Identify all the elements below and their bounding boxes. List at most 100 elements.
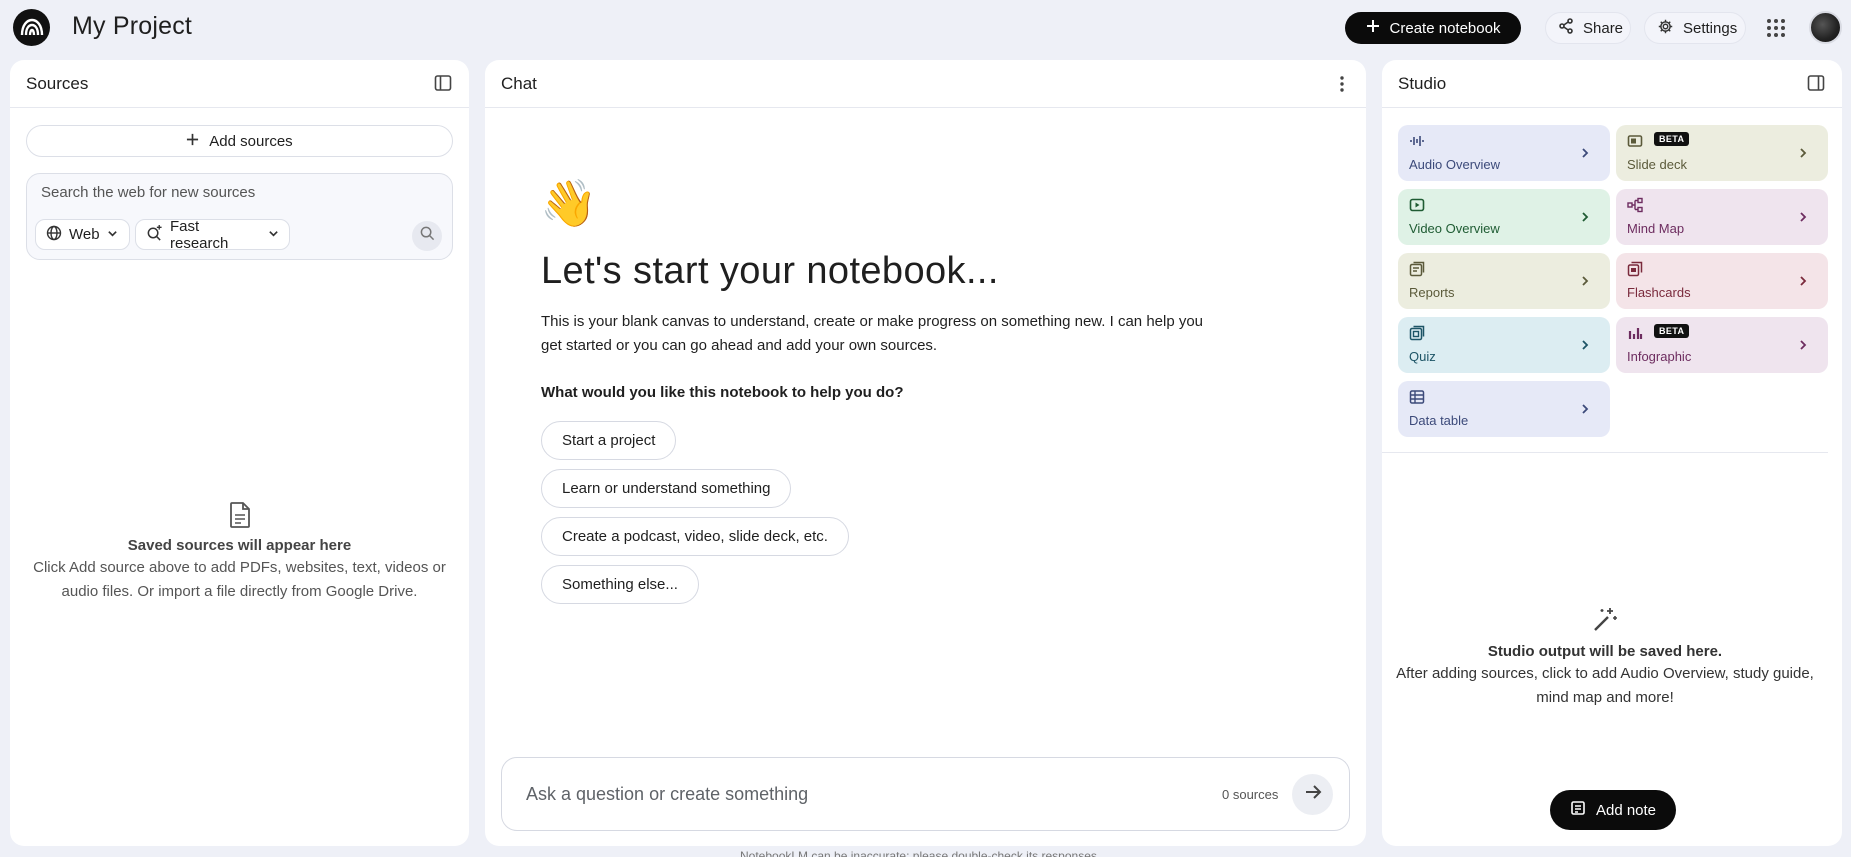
flashcards-icon [1627,261,1643,277]
chevron-down-icon [107,226,118,243]
sources-header: Sources [10,60,469,108]
add-sources-label: Add sources [209,132,293,150]
add-note-label: Add note [1595,801,1657,819]
tile-label: Slide deck [1627,157,1687,172]
web-chip-label: Web [69,226,100,243]
settings-label: Settings [1683,19,1738,37]
tile-label: Infographic [1627,349,1692,364]
add-note-button[interactable]: Add note [1550,790,1676,830]
plus-icon [1366,19,1380,37]
waving-hand-emoji: 👋 [540,177,598,229]
collapse-panel-icon[interactable] [434,74,454,94]
add-sources-button[interactable]: Add sources [26,125,453,157]
quiz-icon [1409,325,1425,341]
tile-label: Reports [1409,285,1455,300]
settings-button[interactable]: Settings [1644,12,1746,44]
beta-badge: BETA [1654,132,1690,146]
magic-wand-icon [1382,606,1828,639]
suggestion-learn[interactable]: Learn or understand something [541,469,792,508]
studio-empty-title: Studio output will be saved here. [1487,643,1723,660]
create-notebook-button[interactable]: Create notebook [1345,12,1521,44]
research-chip-label: Fast research [170,217,229,252]
studio-tile-mind-map[interactable]: Mind Map [1616,189,1828,245]
sources-title: Sources [26,73,89,93]
plus-icon [186,133,199,150]
suggestion-create-podcast[interactable]: Create a podcast, video, slide deck, etc… [541,517,849,556]
chat-input-box: 0 sources [501,757,1350,831]
chat-header: Chat [485,60,1366,108]
send-button[interactable] [1292,774,1333,815]
chevron-right-icon[interactable] [1572,204,1598,230]
data-table-icon [1409,389,1425,405]
search-submit-button[interactable] [412,221,442,251]
sources-panel: Sources Add sources Web [10,60,469,846]
tile-label: Quiz [1409,349,1436,364]
studio-tile-video-overview[interactable]: Video Overview [1398,189,1610,245]
share-button[interactable]: Share [1545,12,1631,44]
user-avatar[interactable] [1809,11,1842,44]
studio-panel: Studio Audio Overview BETA Slide deck Vi… [1382,60,1842,846]
studio-divider [1382,452,1828,453]
web-search-box: Web Fast research [26,173,453,260]
collapse-panel-icon[interactable] [1807,74,1827,94]
chat-input[interactable] [526,784,1166,805]
suggestion-something-else[interactable]: Something else... [541,565,699,604]
document-icon [30,502,449,533]
tile-label: Mind Map [1627,221,1685,236]
infographic-icon [1627,325,1643,341]
notebook-logo-icon[interactable] [13,9,50,46]
gear-icon [1657,18,1674,39]
video-icon [1409,197,1425,213]
top-bar: My Project Create notebook Share Setting… [0,0,1851,56]
beta-badge: BETA [1654,324,1690,338]
sources-empty-description: Click Add source above to add PDFs, webs… [33,559,446,600]
chat-intro-text: This is your blank canvas to understand,… [541,313,1204,354]
studio-empty-state: Studio output will be saved here. After … [1382,606,1828,710]
studio-tile-flashcards[interactable]: Flashcards [1616,253,1828,309]
suggestion-start-project[interactable]: Start a project [541,421,677,460]
studio-tile-quiz[interactable]: Quiz [1398,317,1610,373]
research-mode-dropdown[interactable]: Fast research [135,217,290,252]
tile-label: Data table [1409,413,1469,428]
arrow-right-icon [1303,782,1323,807]
chevron-right-icon[interactable] [1572,268,1598,294]
tile-label: Video Overview [1409,221,1500,236]
web-search-input[interactable] [41,184,421,201]
chat-heading: Let's start your notebook... [541,250,999,292]
apps-grid-icon[interactable] [1764,16,1788,40]
chevron-right-icon[interactable] [1790,332,1816,358]
studio-empty-description: After adding sources, click to add Audio… [1396,665,1814,706]
chevron-down-icon [268,226,279,243]
globe-icon [46,225,62,245]
reports-icon [1409,261,1425,277]
chevron-right-icon[interactable] [1572,396,1598,422]
audio-wave-icon [1409,133,1425,149]
web-source-dropdown[interactable]: Web [35,219,130,250]
studio-tile-data-table[interactable]: Data table [1398,381,1610,437]
chevron-right-icon[interactable] [1572,140,1598,166]
studio-tile-slide-deck[interactable]: BETA Slide deck [1616,125,1828,181]
sources-empty-title: Saved sources will appear here [127,537,352,554]
sources-empty-state: Saved sources will appear here Click Add… [30,502,449,604]
chevron-right-icon[interactable] [1790,268,1816,294]
chevron-right-icon[interactable] [1790,204,1816,230]
search-icon [420,226,435,246]
tile-label: Flashcards [1627,285,1691,300]
chevron-right-icon[interactable] [1790,140,1816,166]
studio-tile-audio-overview[interactable]: Audio Overview [1398,125,1610,181]
source-count: 0 sources [1222,787,1279,802]
project-title[interactable]: My Project [72,12,192,41]
studio-tile-reports[interactable]: Reports [1398,253,1610,309]
share-icon [1558,18,1574,38]
sparkle-search-icon [146,224,163,245]
studio-title: Studio [1398,73,1447,93]
share-label: Share [1583,19,1624,37]
disclaimer-text: NotebookLM can be inaccurate; please dou… [740,849,1101,857]
create-notebook-label: Create notebook [1389,19,1501,37]
studio-header: Studio [1382,60,1842,108]
studio-tile-infographic[interactable]: BETA Infographic [1616,317,1828,373]
slides-icon [1627,133,1643,149]
chevron-right-icon[interactable] [1572,332,1598,358]
mind-map-icon [1627,197,1643,213]
more-vert-icon[interactable] [1332,74,1352,94]
